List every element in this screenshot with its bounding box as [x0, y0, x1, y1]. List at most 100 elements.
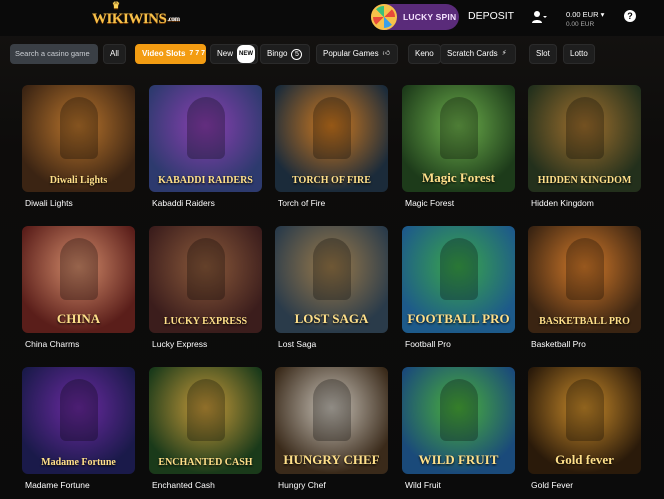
- game-tile[interactable]: Gold fever: [528, 367, 641, 474]
- game-art-title: HUNGRY CHEF: [283, 452, 380, 467]
- game-title[interactable]: Wild Fruit: [405, 480, 441, 490]
- game-tile[interactable]: CHINA: [22, 226, 135, 333]
- logo-text: WIKIWINS: [92, 10, 167, 27]
- game-title[interactable]: Torch of Fire: [278, 198, 325, 208]
- category-video-slots[interactable]: Video Slots 7 7 7: [135, 44, 206, 64]
- game-tile[interactable]: KABADDI RAIDERS: [149, 85, 262, 192]
- category-label: Scratch Cards: [447, 49, 498, 58]
- game-title[interactable]: Enchanted Cash: [152, 480, 215, 490]
- user-icon[interactable]: [531, 10, 547, 24]
- category-bingo[interactable]: Bingo 5: [260, 44, 310, 64]
- game-title[interactable]: Madame Fortune: [25, 480, 90, 490]
- category-label: Video Slots: [142, 49, 186, 58]
- category-keno[interactable]: Keno: [408, 44, 441, 64]
- category-lotto[interactable]: Lotto: [563, 44, 595, 64]
- game-character-figure: [187, 238, 225, 300]
- lucky-spin-label: LUCKY SPIN: [403, 12, 457, 22]
- deposit-button[interactable]: DEPOSIT: [468, 10, 514, 22]
- game-character-figure: [187, 379, 225, 441]
- game-art-title: Madame Fortune: [41, 457, 116, 468]
- bingo-ball-icon: 5: [291, 48, 303, 60]
- game-tile[interactable]: FOOTBALL PRO: [402, 226, 515, 333]
- site-logo[interactable]: ♛ WIKIWINS .com: [92, 0, 180, 32]
- game-character-figure: [440, 379, 478, 441]
- game-art-title: HIDDEN KINGDOM: [537, 175, 632, 186]
- balance-main: 0.00 EUR: [566, 10, 599, 19]
- game-art-title: Gold fever: [555, 452, 614, 467]
- game-art-title: Diwali Lights: [49, 175, 108, 186]
- logo-suffix: .com: [167, 15, 180, 23]
- game-character-figure: [313, 238, 351, 300]
- game-art-title: CHINA: [56, 311, 101, 326]
- game-tile[interactable]: LUCKY EXPRESS: [149, 226, 262, 333]
- balance-sub: 0.00 EUR: [566, 21, 595, 28]
- page: ♛ WIKIWINS .com LUCKY SPIN DEPOSIT 0.00 E…: [0, 0, 664, 499]
- category-popular-games[interactable]: Popular Games 👍︎: [316, 44, 398, 64]
- game-title[interactable]: Hidden Kingdom: [531, 198, 594, 208]
- game-character-figure: [60, 97, 98, 159]
- game-art-title: LOST SAGA: [294, 311, 369, 326]
- game-tile[interactable]: HUNGRY CHEF: [275, 367, 388, 474]
- search-placeholder: Search a casino game: [15, 49, 90, 58]
- thumbs-up-icon: 👍︎: [382, 50, 390, 57]
- category-label: All: [110, 49, 119, 58]
- game-character-figure: [313, 97, 351, 159]
- new-badge-icon: NEW: [237, 45, 256, 63]
- category-slot[interactable]: Slot: [529, 44, 557, 64]
- sevens-icon: 7 7 7: [189, 50, 205, 57]
- game-art-title: WILD FRUIT: [418, 452, 499, 467]
- game-title[interactable]: Lucky Express: [152, 339, 207, 349]
- category-label: New: [217, 49, 234, 58]
- game-tile[interactable]: Madame Fortune: [22, 367, 135, 474]
- game-title[interactable]: Hungry Chef: [278, 480, 326, 490]
- chevron-down-icon: ▾: [600, 10, 605, 19]
- wheel-icon: [371, 4, 397, 30]
- game-tile[interactable]: ENCHANTED CASH: [149, 367, 262, 474]
- lucky-spin-button[interactable]: LUCKY SPIN: [371, 4, 459, 30]
- game-tile[interactable]: LOST SAGA: [275, 226, 388, 333]
- help-button[interactable]: ?: [624, 10, 636, 22]
- game-character-figure: [313, 379, 351, 441]
- game-character-figure: [566, 379, 604, 441]
- search-input[interactable]: Search a casino game: [10, 44, 98, 64]
- game-title[interactable]: Gold Fever: [531, 480, 573, 490]
- game-character-figure: [440, 97, 478, 159]
- game-art-title: ENCHANTED CASH: [158, 457, 253, 468]
- category-label: Slot: [536, 49, 550, 58]
- category-label: Bingo: [267, 49, 288, 58]
- category-all[interactable]: All: [103, 44, 126, 64]
- category-label: Keno: [415, 49, 434, 58]
- game-character-figure: [440, 238, 478, 300]
- game-tile[interactable]: WILD FRUIT: [402, 367, 515, 474]
- game-art-title: LUCKY EXPRESS: [163, 316, 248, 327]
- lightning-icon: ⚡︎: [501, 50, 507, 57]
- balance-display[interactable]: 0.00 EUR ▾ 0.00 EUR: [566, 10, 604, 30]
- game-title[interactable]: Football Pro: [405, 339, 451, 349]
- game-title[interactable]: China Charms: [25, 339, 79, 349]
- game-tile[interactable]: BASKETBALL PRO: [528, 226, 641, 333]
- game-character-figure: [187, 97, 225, 159]
- game-art-title: FOOTBALL PRO: [407, 311, 510, 326]
- category-scratch-cards[interactable]: Scratch Cards ⚡︎: [440, 44, 516, 64]
- game-tile[interactable]: HIDDEN KINGDOM: [528, 85, 641, 192]
- game-art-title: TORCH OF FIRE: [292, 175, 371, 186]
- crown-icon: ♛: [112, 0, 120, 10]
- game-art-title: Magic Forest: [421, 170, 496, 185]
- game-title[interactable]: Lost Saga: [278, 339, 316, 349]
- game-character-figure: [60, 379, 98, 441]
- game-art-title: KABADDI RAIDERS: [158, 175, 253, 186]
- category-label: Popular Games: [323, 49, 379, 58]
- game-title[interactable]: Magic Forest: [405, 198, 454, 208]
- game-title[interactable]: Basketball Pro: [531, 339, 586, 349]
- game-art-title: BASKETBALL PRO: [539, 316, 630, 327]
- game-title[interactable]: Diwali Lights: [25, 198, 73, 208]
- game-tile[interactable]: Magic Forest: [402, 85, 515, 192]
- game-title[interactable]: Kabaddi Raiders: [152, 198, 215, 208]
- game-character-figure: [566, 97, 604, 159]
- game-character-figure: [566, 238, 604, 300]
- game-character-figure: [60, 238, 98, 300]
- game-tile[interactable]: TORCH OF FIRE: [275, 85, 388, 192]
- category-label: Lotto: [570, 49, 588, 58]
- category-new[interactable]: New NEW: [210, 44, 258, 64]
- game-tile[interactable]: Diwali Lights: [22, 85, 135, 192]
